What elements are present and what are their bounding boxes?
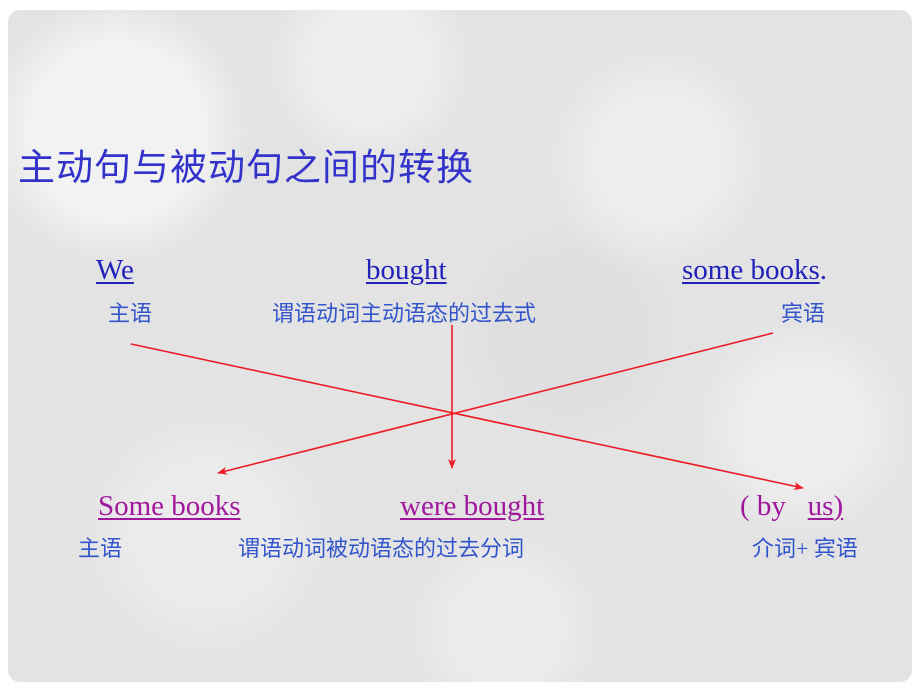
passive-agent-label: 介词+ 宾语 (752, 536, 858, 561)
passive-agent-open-paren: ( by (740, 490, 786, 522)
page-title: 主动句与被动句之间的转换 (18, 148, 474, 189)
active-subject-label: 主语 (108, 301, 153, 326)
active-predicate: bought (366, 256, 447, 285)
active-predicate-text: bought (366, 254, 447, 286)
active-object-text: some books (682, 254, 820, 286)
active-subject: We (96, 256, 134, 285)
passive-predicate-text: were bought (400, 490, 545, 522)
arrow-overlay (130, 325, 804, 491)
passive-agent-phrase: ( by us) (740, 492, 843, 521)
active-predicate-label: 谓语动词主动语态的过去式 (272, 301, 537, 326)
active-subject-text: We (96, 254, 134, 286)
subject-to-agent-arrow (130, 343, 804, 491)
active-object: some books. (682, 256, 827, 285)
passive-predicate: were bought (400, 492, 544, 521)
passive-predicate-label: 谓语动词被动语态的过去分词 (238, 536, 525, 561)
passive-agent-text: us (807, 490, 834, 522)
active-object-label: 宾语 (781, 301, 826, 326)
passive-subject-label: 主语 (78, 536, 123, 561)
passive-subject: Some books (98, 492, 241, 521)
passive-subject-text: Some books (98, 490, 241, 522)
slide-content: 主动句与被动句之间的转换 We bought some books. 主语 谓语… (0, 0, 920, 690)
object-to-subject-arrow (217, 332, 774, 475)
passive-agent-close-paren: ) (833, 490, 844, 522)
active-object-period: . (819, 254, 827, 286)
